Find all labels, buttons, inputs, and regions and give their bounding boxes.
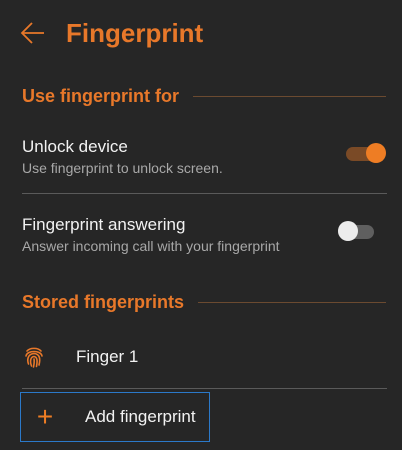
unlock-device-toggle[interactable]: [346, 142, 386, 164]
page-title: Fingerprint: [66, 18, 204, 48]
plus-icon: +: [36, 401, 54, 432]
section-divider: [198, 302, 386, 303]
toggle-thumb: [366, 143, 386, 163]
app-header: Fingerprint: [0, 0, 402, 68]
setting-fingerprint-answering[interactable]: Fingerprint answering Answer incoming ca…: [22, 214, 386, 256]
back-arrow-icon[interactable]: [18, 18, 48, 48]
setting-unlock-device[interactable]: Unlock device Use fingerprint to unlock …: [22, 136, 386, 178]
setting-subtitle: Use fingerprint to unlock screen.: [22, 160, 223, 176]
section-title: Stored fingerprints: [22, 292, 185, 312]
fingerprint-answering-toggle[interactable]: [338, 220, 378, 242]
section-title: Use fingerprint for: [22, 86, 180, 106]
fingerprint-icon: [22, 345, 46, 369]
add-fingerprint-button[interactable]: + Add fingerprint: [20, 392, 210, 442]
section-stored-fingerprints: Stored fingerprints: [22, 292, 386, 313]
fingerprint-label: Finger 1: [76, 347, 139, 366]
add-fingerprint-label: Add fingerprint: [85, 407, 196, 426]
toggle-thumb: [338, 221, 358, 241]
row-divider: [22, 193, 387, 194]
section-use-fingerprint-for: Use fingerprint for: [22, 86, 386, 107]
fingerprint-item-finger-1[interactable]: Finger 1: [22, 339, 386, 375]
setting-title: Fingerprint answering: [22, 215, 186, 234]
row-divider: [22, 388, 387, 389]
section-divider: [193, 96, 386, 97]
setting-title: Unlock device: [22, 137, 128, 156]
setting-subtitle: Answer incoming call with your fingerpri…: [22, 238, 280, 254]
